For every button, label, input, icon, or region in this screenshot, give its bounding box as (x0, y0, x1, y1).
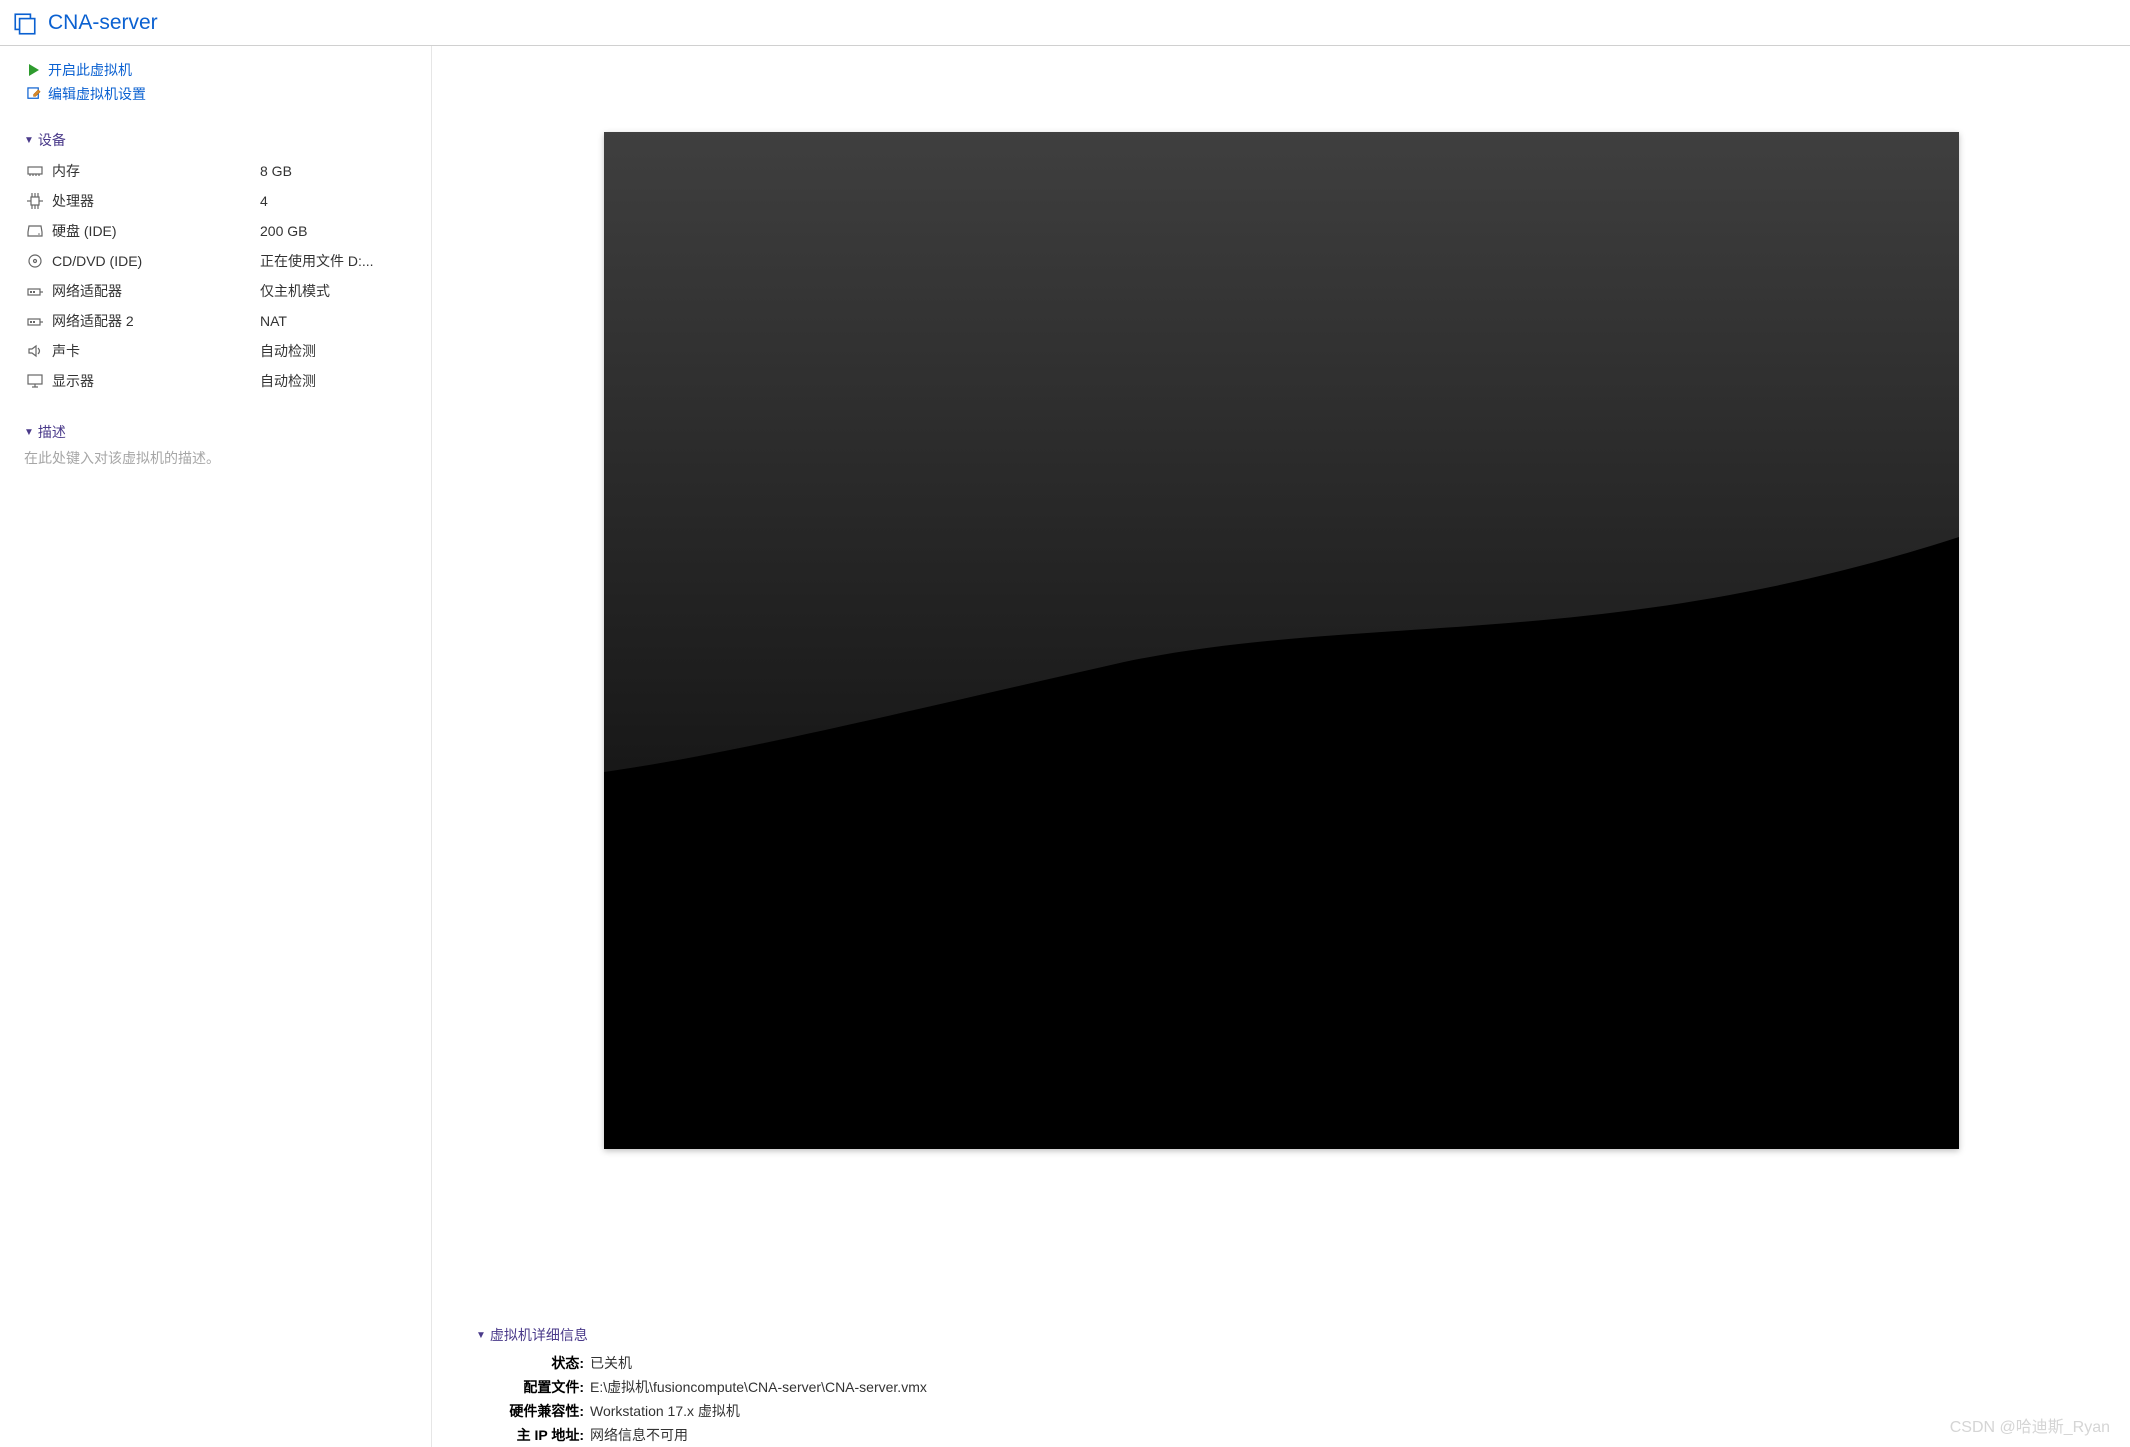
detail-value: 已关机 (590, 1351, 632, 1375)
detail-row: 主 IP 地址:网络信息不可用 (476, 1423, 2130, 1447)
device-value: 200 GB (260, 223, 307, 239)
detail-row: 配置文件:E:\虚拟机\fusioncompute\CNA-server\CNA… (476, 1375, 2130, 1399)
device-row[interactable]: 处理器4 (24, 186, 407, 216)
detail-value: Workstation 17.x 虚拟机 (590, 1399, 740, 1423)
device-value: 自动检测 (260, 371, 316, 391)
devices-list: 内存8 GB处理器4硬盘 (IDE)200 GBCD/DVD (IDE)正在使用… (24, 156, 407, 396)
disk-icon (24, 224, 46, 238)
device-label: 硬盘 (IDE) (52, 221, 260, 241)
memory-icon (24, 165, 46, 177)
detail-label: 主 IP 地址: (476, 1423, 584, 1447)
play-icon (24, 63, 44, 77)
device-value: 8 GB (260, 163, 292, 179)
device-row[interactable]: 内存8 GB (24, 156, 407, 186)
device-value: NAT (260, 313, 287, 329)
display-icon (24, 374, 46, 388)
description-section-label: 描述 (38, 422, 66, 442)
device-label: 网络适配器 (52, 281, 260, 301)
detail-label: 配置文件: (476, 1375, 584, 1399)
device-row[interactable]: 网络适配器 2NAT (24, 306, 407, 336)
edit-vm-settings-link[interactable]: 编辑虚拟机设置 (24, 84, 407, 104)
vm-details-header[interactable]: ▼ 虚拟机详细信息 (476, 1325, 2130, 1345)
detail-row: 状态:已关机 (476, 1351, 2130, 1375)
edit-vm-settings-label: 编辑虚拟机设置 (48, 84, 146, 104)
vm-content-area: ▼ 虚拟机详细信息 状态:已关机配置文件:E:\虚拟机\fusioncomput… (432, 46, 2130, 1447)
device-label: 网络适配器 2 (52, 311, 260, 331)
cpu-icon (24, 193, 46, 209)
vm-console-preview[interactable] (604, 132, 1959, 1149)
caret-down-icon: ▼ (24, 427, 34, 438)
vm-summary-sidebar: 开启此虚拟机 编辑虚拟机设置 ▼ 设备 内存8 GB处理器4硬盘 (IDE)20… (0, 46, 432, 1447)
devices-section-header[interactable]: ▼ 设备 (24, 130, 407, 150)
vm-details-block: ▼ 虚拟机详细信息 状态:已关机配置文件:E:\虚拟机\fusioncomput… (432, 1311, 2130, 1447)
device-row[interactable]: 显示器自动检测 (24, 366, 407, 396)
net-icon (24, 284, 46, 298)
device-row[interactable]: 硬盘 (IDE)200 GB (24, 216, 407, 246)
vm-title: CNA-server (48, 11, 158, 35)
detail-value: 网络信息不可用 (590, 1423, 688, 1447)
devices-section-label: 设备 (38, 130, 66, 150)
device-label: 显示器 (52, 371, 260, 391)
caret-down-icon: ▼ (476, 1330, 486, 1341)
device-value: 4 (260, 193, 268, 209)
description-placeholder[interactable]: 在此处键入对该虚拟机的描述。 (24, 448, 407, 468)
detail-label: 硬件兼容性: (476, 1399, 584, 1423)
device-label: CD/DVD (IDE) (52, 253, 260, 269)
net-icon (24, 314, 46, 328)
device-row[interactable]: CD/DVD (IDE)正在使用文件 D:... (24, 246, 407, 276)
cd-icon (24, 253, 46, 269)
caret-down-icon: ▼ (24, 135, 34, 146)
power-on-vm-link[interactable]: 开启此虚拟机 (24, 60, 407, 80)
device-value: 仅主机模式 (260, 281, 330, 301)
power-on-vm-label: 开启此虚拟机 (48, 60, 132, 80)
edit-settings-icon (24, 87, 44, 102)
device-row[interactable]: 网络适配器仅主机模式 (24, 276, 407, 306)
vm-details-label: 虚拟机详细信息 (490, 1325, 588, 1345)
description-section-header[interactable]: ▼ 描述 (24, 422, 407, 442)
vm-tab-header: CNA-server (0, 0, 2130, 46)
device-label: 声卡 (52, 341, 260, 361)
detail-value: E:\虚拟机\fusioncompute\CNA-server\CNA-serv… (590, 1375, 927, 1399)
detail-label: 状态: (476, 1351, 584, 1375)
device-value: 自动检测 (260, 341, 316, 361)
detail-row: 硬件兼容性:Workstation 17.x 虚拟机 (476, 1399, 2130, 1423)
device-label: 处理器 (52, 191, 260, 211)
sound-icon (24, 344, 46, 358)
device-value: 正在使用文件 D:... (260, 251, 374, 271)
device-row[interactable]: 声卡自动检测 (24, 336, 407, 366)
screen-gloss-icon (604, 132, 1959, 1149)
device-label: 内存 (52, 161, 260, 181)
vm-tab-icon (12, 11, 38, 37)
